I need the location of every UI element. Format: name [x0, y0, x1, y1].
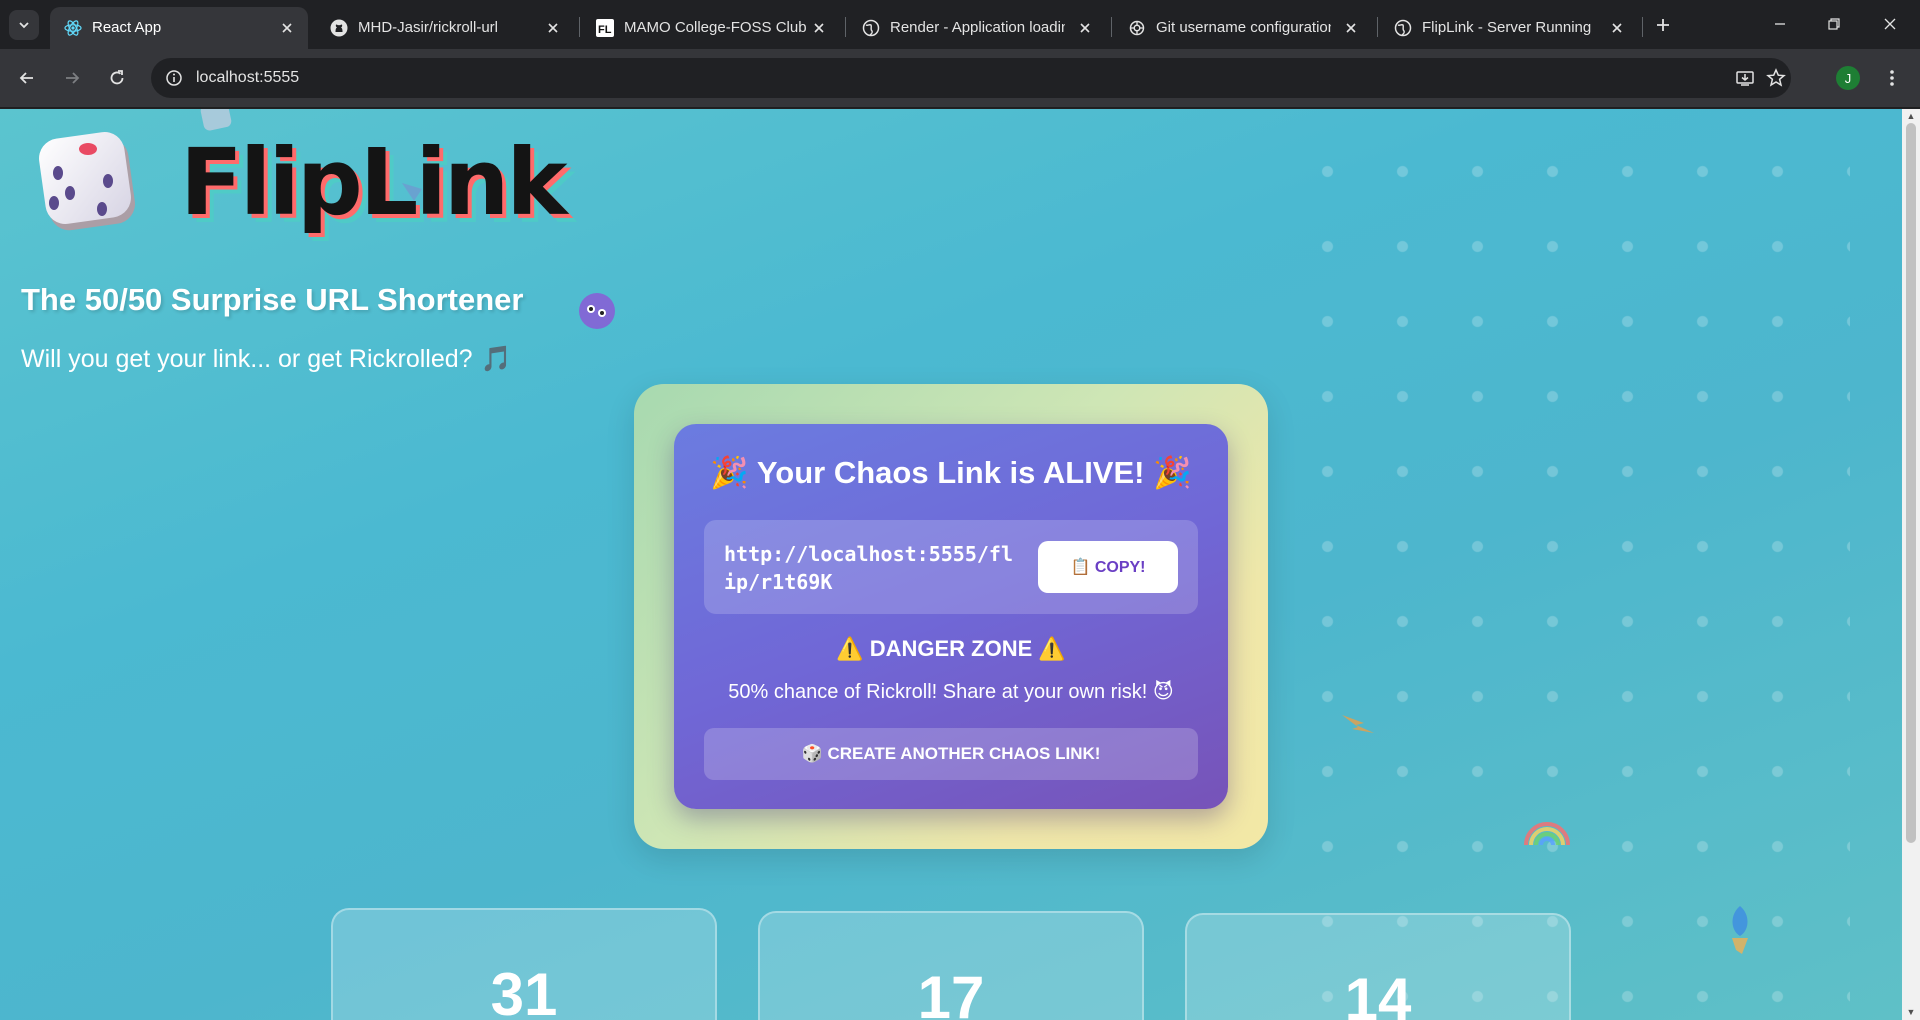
stat-value: 31	[490, 961, 558, 1020]
close-window-button[interactable]	[1878, 12, 1902, 36]
stat-value: 17	[917, 964, 985, 1020]
reload-button[interactable]	[104, 65, 130, 91]
tab-git-username[interactable]: Git username configuration	[1114, 7, 1372, 49]
reload-icon	[110, 70, 124, 85]
globe-icon	[862, 19, 880, 37]
site-info-icon[interactable]	[163, 67, 185, 89]
browser-toolbar: localhost:5555 J	[0, 49, 1920, 108]
tab-title: MAMO College-FOSS Club	[624, 19, 807, 36]
close-icon[interactable]	[809, 18, 829, 38]
background-dot-pattern	[1290, 134, 1850, 1014]
arrow-left-icon	[19, 72, 33, 84]
rocket-icon	[1732, 906, 1748, 954]
address-bar[interactable]: localhost:5555	[151, 58, 1791, 98]
stat-card: 31	[331, 908, 717, 1020]
page-scrollbar[interactable]: ▲ ▼	[1902, 109, 1920, 1020]
address-text: localhost:5555	[196, 69, 300, 86]
browser-menu-button[interactable]	[1880, 65, 1904, 91]
tab-separator	[1377, 17, 1378, 37]
stat-card: 14	[1185, 913, 1571, 1020]
install-app-icon[interactable]	[1734, 67, 1756, 89]
result-card-title: 🎉 Your Chaos Link is ALIVE! 🎉	[710, 455, 1192, 490]
copy-button[interactable]: 📋 COPY!	[1038, 541, 1178, 593]
chatgpt-icon	[1128, 19, 1146, 37]
forward-button[interactable]	[59, 65, 85, 91]
back-button[interactable]	[14, 65, 40, 91]
tab-title: MHD-Jasir/rickroll-url	[358, 19, 498, 36]
page-content: FlipLink The 50/50 Surprise URL Shortene…	[0, 109, 1902, 1020]
bookmark-star-icon[interactable]	[1765, 67, 1787, 89]
danger-zone-text: 50% chance of Rickroll! Share at your ow…	[728, 681, 1174, 703]
tagline-text: Will you get your link... or get Rickrol…	[21, 345, 473, 373]
github-icon	[330, 19, 348, 37]
tab-react-app[interactable]: React App	[50, 7, 308, 49]
tab-separator	[1642, 17, 1643, 37]
tab-render[interactable]: Render - Application loadin	[848, 7, 1106, 49]
short-url-text[interactable]: http://localhost:5555/flip/r1t69K	[724, 540, 1024, 596]
scroll-down-arrow-icon[interactable]: ▼	[1906, 1007, 1916, 1017]
tab-github[interactable]: MHD-Jasir/rickroll-url	[316, 7, 574, 49]
tab-strip: React App MHD-Jasir/rickroll-url FL MAMO…	[0, 0, 1920, 49]
lightning-icon	[1342, 715, 1374, 733]
tab-title: Git username configuration	[1156, 19, 1331, 36]
music-note-icon: 🎵	[480, 345, 512, 373]
tab-foss-club[interactable]: FL MAMO College-FOSS Club	[582, 7, 840, 49]
minimize-icon	[1775, 23, 1785, 25]
create-another-button[interactable]: 🎲 CREATE ANOTHER CHAOS LINK!	[704, 728, 1198, 780]
stat-card: 17	[758, 911, 1144, 1020]
result-card-frame: 🎉 Your Chaos Link is ALIVE! 🎉 http://loc…	[634, 384, 1268, 849]
restore-button[interactable]	[1822, 12, 1846, 36]
scroll-up-arrow-icon[interactable]: ▲	[1906, 111, 1916, 121]
tab-title: React App	[92, 19, 162, 36]
tab-title: FlipLink - Server Running	[1422, 19, 1592, 36]
short-url-box: http://localhost:5555/flip/r1t69K 📋 COPY…	[704, 520, 1198, 614]
chevron-down-icon	[19, 22, 29, 29]
logo-title: FlipLink	[180, 129, 568, 236]
tab-separator	[1111, 17, 1112, 37]
profile-avatar[interactable]: J	[1836, 66, 1860, 90]
svg-text:FL: FL	[598, 24, 612, 36]
minimize-button[interactable]	[1768, 12, 1792, 36]
tab-fliplink-server[interactable]: FlipLink - Server Running	[1380, 7, 1638, 49]
new-tab-button[interactable]	[1650, 12, 1676, 38]
close-icon[interactable]	[1075, 18, 1095, 38]
arrow-right-icon	[66, 72, 80, 84]
tab-title: Render - Application loadin	[890, 19, 1065, 36]
scrollbar-thumb[interactable]	[1906, 123, 1916, 843]
foss-club-icon: FL	[596, 19, 614, 37]
close-icon[interactable]	[1341, 18, 1361, 38]
close-icon[interactable]	[277, 18, 297, 38]
devil-emoji-icon	[579, 293, 615, 329]
tab-separator	[579, 17, 580, 37]
stat-value: 14	[1344, 966, 1412, 1020]
react-icon	[64, 19, 82, 37]
dice-logo-icon	[39, 132, 135, 231]
danger-zone-title: ⚠️ DANGER ZONE ⚠️	[836, 636, 1066, 661]
restore-icon	[1828, 18, 1840, 30]
close-icon[interactable]	[1607, 18, 1627, 38]
globe-icon	[1394, 19, 1412, 37]
rainbow-icon	[1524, 822, 1570, 846]
page-tagline: Will you get your link... or get Rickrol…	[21, 345, 512, 374]
plus-icon	[1657, 19, 1669, 31]
close-icon[interactable]	[543, 18, 563, 38]
page-subtitle: The 50/50 Surprise URL Shortener	[21, 282, 524, 317]
tab-search-button[interactable]	[9, 10, 39, 40]
close-icon	[1884, 18, 1896, 30]
result-card: 🎉 Your Chaos Link is ALIVE! 🎉 http://loc…	[674, 424, 1228, 809]
tab-separator	[845, 17, 846, 37]
more-vert-icon	[1890, 70, 1894, 86]
